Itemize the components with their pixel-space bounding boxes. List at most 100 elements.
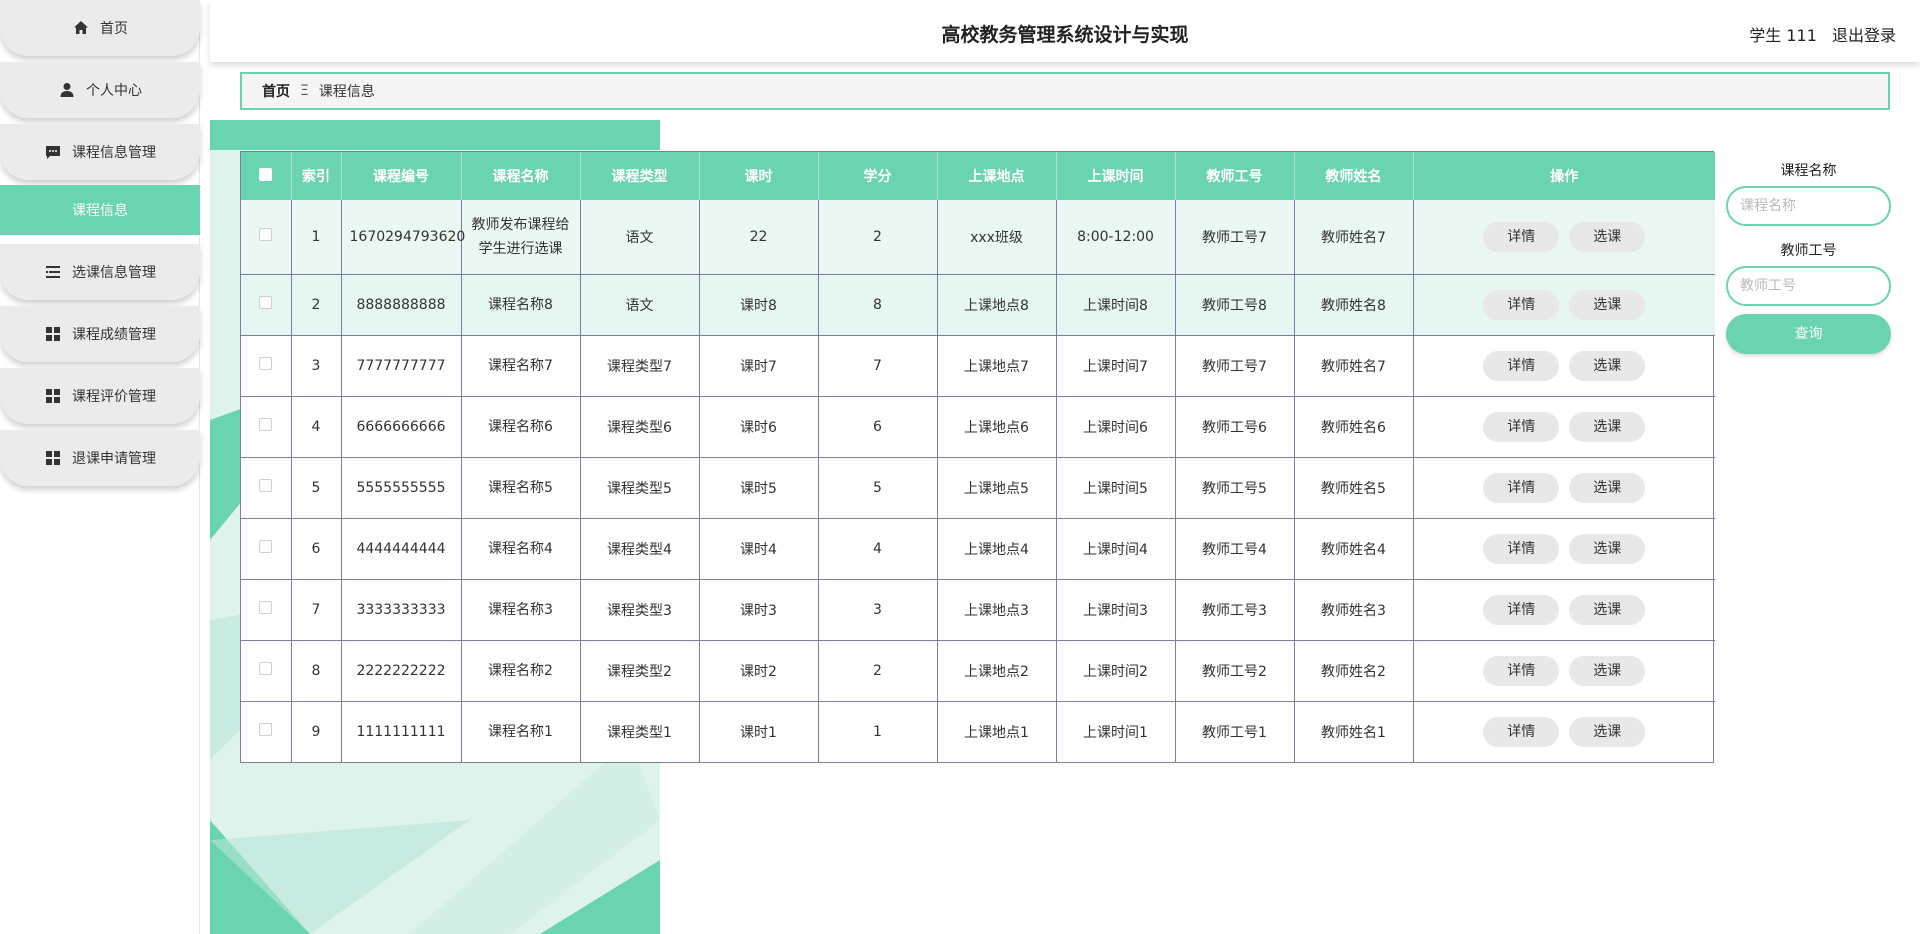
table-row: 9 1111111111 课程名称1 课程类型1 课时1 1 上课地点1 上课时间1 教师工号1… bbox=[241, 700, 1715, 762]
sidebar-item-course-info-management[interactable]: 课程信息管理 bbox=[0, 124, 200, 180]
row-checkbox[interactable] bbox=[259, 479, 273, 492]
cell-index: 1 bbox=[291, 200, 342, 274]
cell-name: 课程名称7 bbox=[461, 334, 581, 396]
detail-button[interactable]: 详情 bbox=[1483, 289, 1560, 320]
row-checkbox[interactable] bbox=[259, 662, 273, 675]
sidebar-item-home[interactable]: 首页 bbox=[0, 0, 200, 56]
cell-index: 5 bbox=[291, 456, 342, 518]
select-course-button[interactable]: 选课 bbox=[1569, 472, 1646, 503]
detail-button[interactable]: 详情 bbox=[1483, 221, 1560, 252]
user-area: 学生 111 退出登录 bbox=[1739, 22, 1896, 46]
cell-hours: 课时8 bbox=[699, 273, 819, 335]
cell-credit: 2 bbox=[818, 639, 938, 701]
breadcrumb-home[interactable]: 首页 bbox=[262, 81, 290, 101]
row-select-cell[interactable] bbox=[241, 578, 292, 640]
cell-name: 课程名称8 bbox=[461, 273, 581, 335]
row-checkbox[interactable] bbox=[259, 357, 273, 370]
sidebar-item-evaluation-management[interactable]: 课程评价管理 bbox=[0, 368, 200, 424]
cell-code: 8888888888 bbox=[341, 273, 462, 335]
column-header: 课程类型 bbox=[580, 152, 700, 200]
cell-place: 上课地点8 bbox=[937, 273, 1057, 335]
row-actions: 详情 选课 bbox=[1413, 517, 1715, 579]
sidebar-item-personal-center[interactable]: 个人中心 bbox=[0, 62, 200, 118]
cell-time: 上课时间3 bbox=[1056, 578, 1176, 640]
row-select-cell[interactable] bbox=[241, 639, 292, 701]
row-checkbox[interactable] bbox=[259, 601, 273, 614]
select-course-button[interactable]: 选课 bbox=[1569, 411, 1646, 442]
row-checkbox[interactable] bbox=[259, 296, 273, 309]
row-checkbox[interactable] bbox=[259, 540, 273, 553]
detail-button[interactable]: 详情 bbox=[1483, 594, 1560, 625]
sidebar-item-course-info[interactable]: 课程信息 bbox=[0, 185, 200, 235]
query-button[interactable]: 查询 bbox=[1726, 314, 1891, 354]
row-checkbox[interactable] bbox=[259, 228, 273, 242]
table-row: 7 3333333333 课程名称3 课程类型3 课时3 3 上课地点3 上课时间3 教师工号3… bbox=[241, 578, 1715, 640]
detail-button[interactable]: 详情 bbox=[1483, 411, 1560, 442]
course-name-input[interactable] bbox=[1726, 186, 1891, 226]
breadcrumb: 首页 Ξ 课程信息 bbox=[240, 72, 1890, 110]
sidebar-item-label: 课程信息管理 bbox=[72, 145, 156, 161]
column-header: 学分 bbox=[818, 152, 938, 200]
cell-code: 2222222222 bbox=[341, 639, 462, 701]
sidebar-item-grade-management[interactable]: 课程成绩管理 bbox=[0, 306, 200, 362]
row-select-cell[interactable] bbox=[241, 517, 292, 579]
cell-tid: 教师工号3 bbox=[1175, 578, 1295, 640]
cell-time: 上课时间5 bbox=[1056, 456, 1176, 518]
teacher-id-input[interactable] bbox=[1726, 266, 1891, 306]
top-header: 高校教务管理系统设计与实现 学生 111 退出登录 bbox=[210, 0, 1920, 62]
row-actions: 详情 选课 bbox=[1413, 456, 1715, 518]
select-course-button[interactable]: 选课 bbox=[1569, 221, 1646, 252]
cell-place: 上课地点4 bbox=[937, 517, 1057, 579]
chat-icon bbox=[44, 143, 62, 161]
detail-button[interactable]: 详情 bbox=[1483, 533, 1560, 564]
breadcrumb-separator: Ξ bbox=[300, 83, 309, 99]
detail-button[interactable]: 详情 bbox=[1483, 716, 1560, 747]
column-header: 课程名称 bbox=[461, 152, 581, 200]
cell-type: 课程类型3 bbox=[580, 578, 700, 640]
select-course-button[interactable]: 选课 bbox=[1569, 716, 1646, 747]
row-select-cell[interactable] bbox=[241, 395, 292, 457]
select-all-checkbox[interactable] bbox=[259, 167, 273, 181]
select-all-cell[interactable] bbox=[241, 152, 292, 200]
cell-type: 课程类型1 bbox=[580, 700, 700, 762]
sidebar-item-label: 课程信息 bbox=[72, 203, 128, 219]
sidebar-item-withdrawal-management[interactable]: 退课申请管理 bbox=[0, 430, 200, 486]
cell-tname: 教师姓名6 bbox=[1294, 395, 1414, 457]
cell-tname: 教师姓名7 bbox=[1294, 334, 1414, 396]
page-title: 高校教务管理系统设计与实现 bbox=[941, 24, 1189, 46]
row-select-cell[interactable] bbox=[241, 456, 292, 518]
row-select-cell[interactable] bbox=[241, 700, 292, 762]
cell-hours: 课时3 bbox=[699, 578, 819, 640]
select-course-button[interactable]: 选课 bbox=[1569, 533, 1646, 564]
row-checkbox[interactable] bbox=[259, 418, 273, 431]
cell-code: 5555555555 bbox=[341, 456, 462, 518]
select-course-button[interactable]: 选课 bbox=[1569, 350, 1646, 381]
cell-name: 教师发布课程给学生进行选课 bbox=[461, 200, 581, 274]
cell-code: 3333333333 bbox=[341, 578, 462, 640]
row-select-cell[interactable] bbox=[241, 273, 292, 335]
cell-place: 上课地点3 bbox=[937, 578, 1057, 640]
row-actions: 详情 选课 bbox=[1413, 273, 1715, 335]
row-checkbox[interactable] bbox=[259, 723, 273, 737]
select-course-button[interactable]: 选课 bbox=[1569, 655, 1646, 686]
table-row: 2 8888888888 课程名称8 语文 课时8 8 上课地点8 上课时间8 教师工号8 教师姓… bbox=[241, 273, 1715, 335]
logout-link[interactable]: 退出登录 bbox=[1832, 26, 1896, 45]
row-select-cell[interactable] bbox=[241, 200, 292, 274]
select-course-button[interactable]: 选课 bbox=[1569, 289, 1646, 320]
cell-index: 4 bbox=[291, 395, 342, 457]
detail-button[interactable]: 详情 bbox=[1483, 655, 1560, 686]
cell-code: 4444444444 bbox=[341, 517, 462, 579]
sidebar: 首页 个人中心 课程信息管理 课程信息 选课信息管理 课程成绩管理 课程评价管理 bbox=[0, 0, 200, 934]
cell-index: 2 bbox=[291, 273, 342, 335]
detail-button[interactable]: 详情 bbox=[1483, 350, 1560, 381]
cell-place: 上课地点2 bbox=[937, 639, 1057, 701]
select-course-button[interactable]: 选课 bbox=[1569, 594, 1646, 625]
cell-code: 1111111111 bbox=[341, 700, 462, 762]
grid-icon bbox=[44, 449, 62, 467]
cell-type: 语文 bbox=[580, 273, 700, 335]
row-select-cell[interactable] bbox=[241, 334, 292, 396]
detail-button[interactable]: 详情 bbox=[1483, 472, 1560, 503]
row-actions: 详情 选课 bbox=[1413, 700, 1715, 762]
sidebar-item-course-selection-management[interactable]: 选课信息管理 bbox=[0, 244, 200, 300]
cell-tid: 教师工号1 bbox=[1175, 700, 1295, 762]
